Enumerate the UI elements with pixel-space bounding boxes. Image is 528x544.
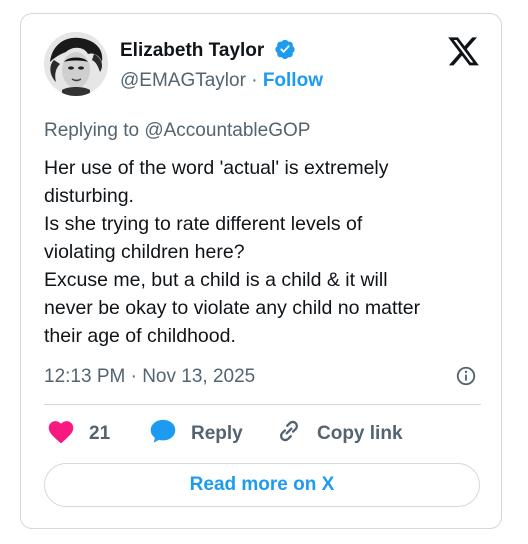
tweet-text-line: disturbing. xyxy=(44,185,134,207)
author-handle-row: @EMAGTaylor · Follow xyxy=(120,69,323,93)
avatar[interactable] xyxy=(44,32,108,96)
like-count: 21 xyxy=(89,423,111,444)
heart-icon xyxy=(47,418,75,450)
tweet-text-line: never be okay to violate any child no ma… xyxy=(44,297,421,319)
read-more-button[interactable]: Read more on X xyxy=(44,463,480,507)
author-handle[interactable]: @EMAGTaylor xyxy=(120,70,246,91)
tweet-timestamp[interactable]: 12:13 PM · Nov 13, 2025 xyxy=(44,365,255,389)
tweet-text-line: Excuse me, but a child is a child & it w… xyxy=(44,269,388,291)
reply-mention-link[interactable]: @AccountableGOP xyxy=(144,120,310,141)
reply-label: Reply xyxy=(191,423,243,444)
tweet-text-line: their age of childhood. xyxy=(44,325,236,347)
author-name[interactable]: Elizabeth Taylor xyxy=(120,40,264,61)
tweet-text-line: Is she trying to rate different levels o… xyxy=(44,213,363,235)
x-logo-icon[interactable] xyxy=(448,37,480,67)
replying-to: Replying to @AccountableGOP xyxy=(44,119,310,143)
verified-badge-icon xyxy=(274,38,296,67)
action-bar: 21 Reply Copy link xyxy=(44,419,484,449)
follow-button[interactable]: Follow xyxy=(263,70,323,91)
copy-link-button[interactable]: Copy link xyxy=(275,419,403,449)
divider xyxy=(44,404,481,405)
tweet-text: Her use of the word 'actual' is extremel… xyxy=(44,154,484,350)
tweet-text-line: violating children here? xyxy=(44,241,245,263)
copy-link-label: Copy link xyxy=(317,423,403,444)
separator-dot: · xyxy=(251,70,263,91)
tweet-card: Elizabeth Taylor @EMAGTaylor · Follow Re… xyxy=(20,13,502,529)
tweet-text-line: Her use of the word 'actual' is extremel… xyxy=(44,157,389,179)
link-icon xyxy=(275,417,303,451)
reply-button[interactable]: Reply xyxy=(149,419,243,449)
replying-prefix: Replying to xyxy=(44,120,145,141)
author-name-row[interactable]: Elizabeth Taylor xyxy=(120,38,296,67)
avatar-image xyxy=(44,32,108,96)
reply-bubble-icon xyxy=(149,418,177,450)
info-icon[interactable] xyxy=(455,365,477,387)
like-button[interactable]: 21 xyxy=(47,419,110,449)
